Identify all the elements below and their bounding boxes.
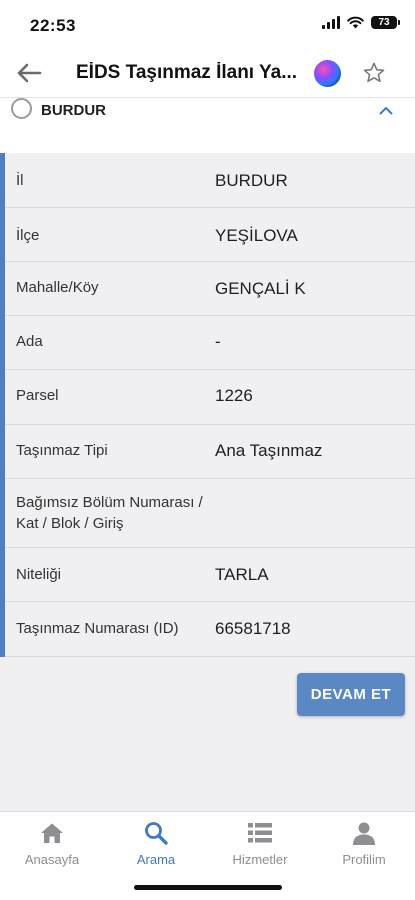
property-details: İl BURDUR İlçe YEŞİLOVA Mahalle/Köy GENÇ… [0, 153, 415, 657]
tab-label: Profilim [342, 852, 386, 867]
favorite-button[interactable] [360, 59, 388, 87]
detail-row-ilce: İlçe YEŞİLOVA [5, 208, 415, 262]
detail-label: Bağımsız Bölüm Numarası / Kat / Blok / G… [16, 494, 203, 532]
detail-value: YEŞİLOVA [215, 226, 298, 245]
detail-label: Taşınmaz Tipi [16, 442, 108, 459]
tab-arama[interactable]: Arama [104, 820, 208, 870]
detail-value: - [215, 332, 221, 351]
home-indicator [134, 885, 282, 890]
person-icon [352, 820, 376, 846]
detail-row-mahalle: Mahalle/Köy GENÇALİ K [5, 262, 415, 316]
detail-row-il: İl BURDUR [5, 153, 415, 208]
select-radio[interactable] [11, 98, 32, 119]
search-icon [144, 820, 168, 846]
detail-label: İl [16, 172, 24, 189]
home-icon [40, 820, 64, 846]
detail-label: Mahalle/Köy [16, 279, 99, 296]
continue-button[interactable]: DEVAM ET [297, 673, 405, 716]
detail-row-bagimsiz-bolum: Bağımsız Bölüm Numarası / Kat / Blok / G… [5, 479, 415, 548]
detail-value: Ana Taşınmaz [215, 441, 323, 460]
tab-anasayfa[interactable]: Anasayfa [0, 820, 104, 870]
detail-label: Ada [16, 333, 43, 350]
detail-row-ada: Ada - [5, 316, 415, 370]
detail-label: Parsel [16, 387, 59, 404]
detail-label: Taşınmaz Numarası (ID) [16, 620, 179, 637]
list-icon [248, 820, 272, 846]
section-title: BURDUR [41, 102, 106, 119]
battery-level: 73 [378, 17, 390, 28]
tab-label: Hizmetler [232, 852, 288, 867]
chevron-up-icon [379, 106, 393, 114]
detail-row-parsel: Parsel 1226 [5, 370, 415, 425]
status-time: 22:53 [30, 16, 76, 35]
collapse-button[interactable] [376, 102, 396, 118]
tab-hizmetler[interactable]: Hizmetler [208, 820, 312, 870]
detail-row-tasinmaz-no: Taşınmaz Numarası (ID) 66581718 [5, 602, 415, 657]
tab-profilim[interactable]: Profilim [312, 820, 415, 870]
page-title: EİDS Taşınmaz İlanı Ya... [76, 62, 298, 83]
section-header: BURDUR [0, 98, 415, 153]
status-bar: 22:53 73 [0, 0, 415, 48]
navigation-bar: EİDS Taşınmaz İlanı Ya... [0, 48, 415, 98]
tab-label: Arama [136, 852, 176, 867]
detail-label: İlçe [16, 227, 40, 244]
battery-icon: 73 [371, 16, 400, 29]
tab-label: Anasayfa [24, 852, 80, 867]
detail-value: BURDUR [215, 171, 288, 190]
siri-icon[interactable] [314, 60, 341, 87]
back-arrow-icon [17, 63, 42, 83]
detail-value: 1226 [215, 386, 253, 405]
detail-label: Niteliği [16, 566, 62, 583]
back-button[interactable] [14, 58, 44, 88]
star-icon [363, 62, 385, 83]
status-icons: 73 [322, 16, 400, 29]
detail-row-niteligi: Niteliği TARLA [5, 548, 415, 602]
detail-value: TARLA [215, 565, 269, 584]
cellular-signal-icon [322, 16, 340, 29]
wifi-icon [347, 16, 364, 29]
detail-value: GENÇALİ K [215, 279, 306, 298]
detail-value: 66581718 [215, 619, 291, 638]
detail-row-tasinmaz-tipi: Taşınmaz Tipi Ana Taşınmaz [5, 425, 415, 479]
